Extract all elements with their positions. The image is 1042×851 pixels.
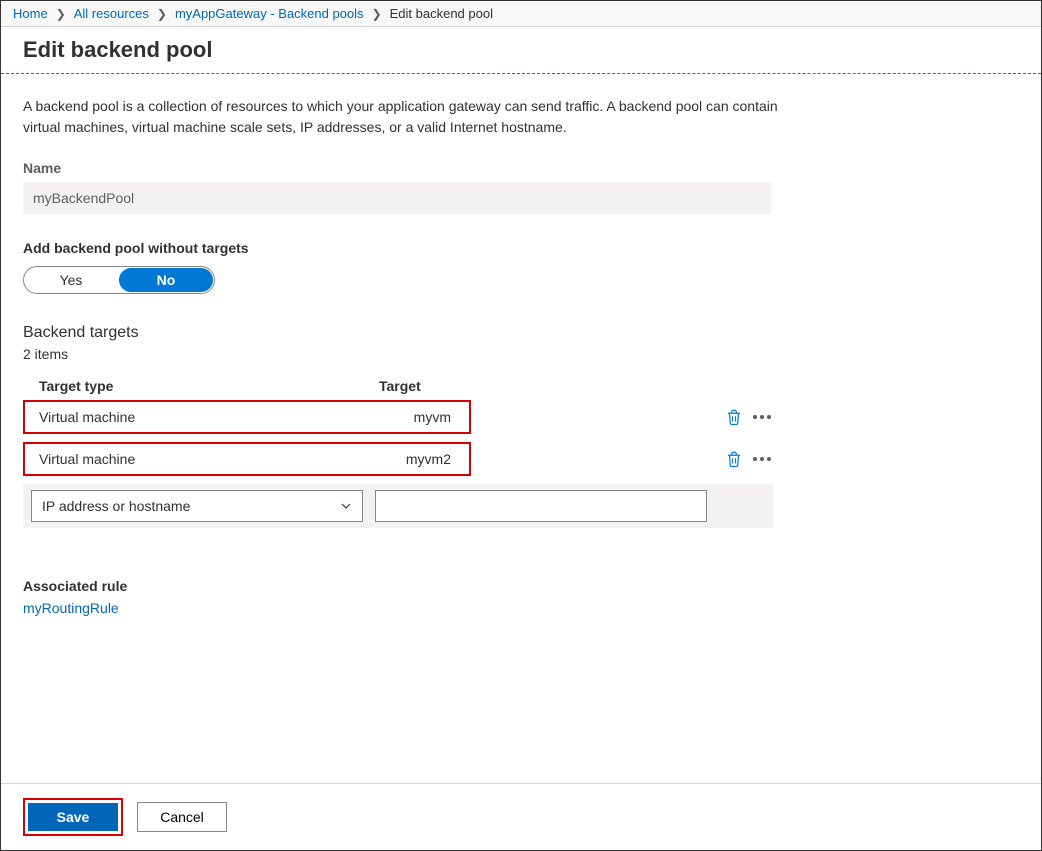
breadcrumb-current: Edit backend pool <box>390 6 493 21</box>
breadcrumb: Home ❯ All resources ❯ myAppGateway - Ba… <box>1 1 1041 27</box>
target-entry[interactable]: Virtual machine myvm2 <box>23 442 471 476</box>
breadcrumb-all-resources[interactable]: All resources <box>74 6 149 21</box>
target-row: Virtual machine myvm <box>23 400 773 434</box>
target-value-input[interactable] <box>375 490 707 522</box>
more-icon[interactable] <box>753 457 771 461</box>
breadcrumb-home[interactable]: Home <box>13 6 48 21</box>
page-title: Edit backend pool <box>1 27 1041 73</box>
name-input[interactable] <box>23 182 771 214</box>
target-name-value: myvm2 <box>363 451 455 467</box>
chevron-right-icon: ❯ <box>372 7 382 21</box>
target-type-select-value: IP address or hostname <box>42 498 190 514</box>
target-row: Virtual machine myvm2 <box>23 442 773 476</box>
pool-description: A backend pool is a collection of resour… <box>23 96 783 138</box>
target-name-value: myvm <box>363 409 455 425</box>
target-type-select[interactable]: IP address or hostname <box>31 490 363 522</box>
breadcrumb-gateway[interactable]: myAppGateway - Backend pools <box>175 6 364 21</box>
add-target-row: IP address or hostname <box>23 484 773 528</box>
no-targets-toggle[interactable]: Yes No <box>23 266 215 294</box>
save-highlight: Save <box>23 798 123 836</box>
target-type-value: Virtual machine <box>39 451 363 467</box>
more-icon[interactable] <box>753 415 771 419</box>
associated-rule-link[interactable]: myRoutingRule <box>23 600 119 616</box>
chevron-right-icon: ❯ <box>56 7 66 21</box>
no-targets-label: Add backend pool without targets <box>23 240 799 256</box>
targets-table-header: Target type Target <box>23 372 773 400</box>
chevron-right-icon: ❯ <box>157 7 167 21</box>
toggle-no[interactable]: No <box>119 268 213 292</box>
delete-icon[interactable] <box>725 408 743 426</box>
associated-rule-label: Associated rule <box>23 578 799 594</box>
target-type-value: Virtual machine <box>39 409 363 425</box>
backend-targets-header: Backend targets <box>23 324 799 342</box>
items-count: 2 items <box>23 346 799 362</box>
col-target-type: Target type <box>39 378 379 394</box>
toggle-yes[interactable]: Yes <box>24 267 118 293</box>
save-button[interactable]: Save <box>28 803 118 831</box>
target-entry[interactable]: Virtual machine myvm <box>23 400 471 434</box>
footer: Save Cancel <box>1 783 1041 850</box>
col-target: Target <box>379 378 773 394</box>
cancel-button[interactable]: Cancel <box>137 802 227 832</box>
name-label: Name <box>23 160 799 176</box>
chevron-down-icon <box>338 498 354 517</box>
delete-icon[interactable] <box>725 450 743 468</box>
